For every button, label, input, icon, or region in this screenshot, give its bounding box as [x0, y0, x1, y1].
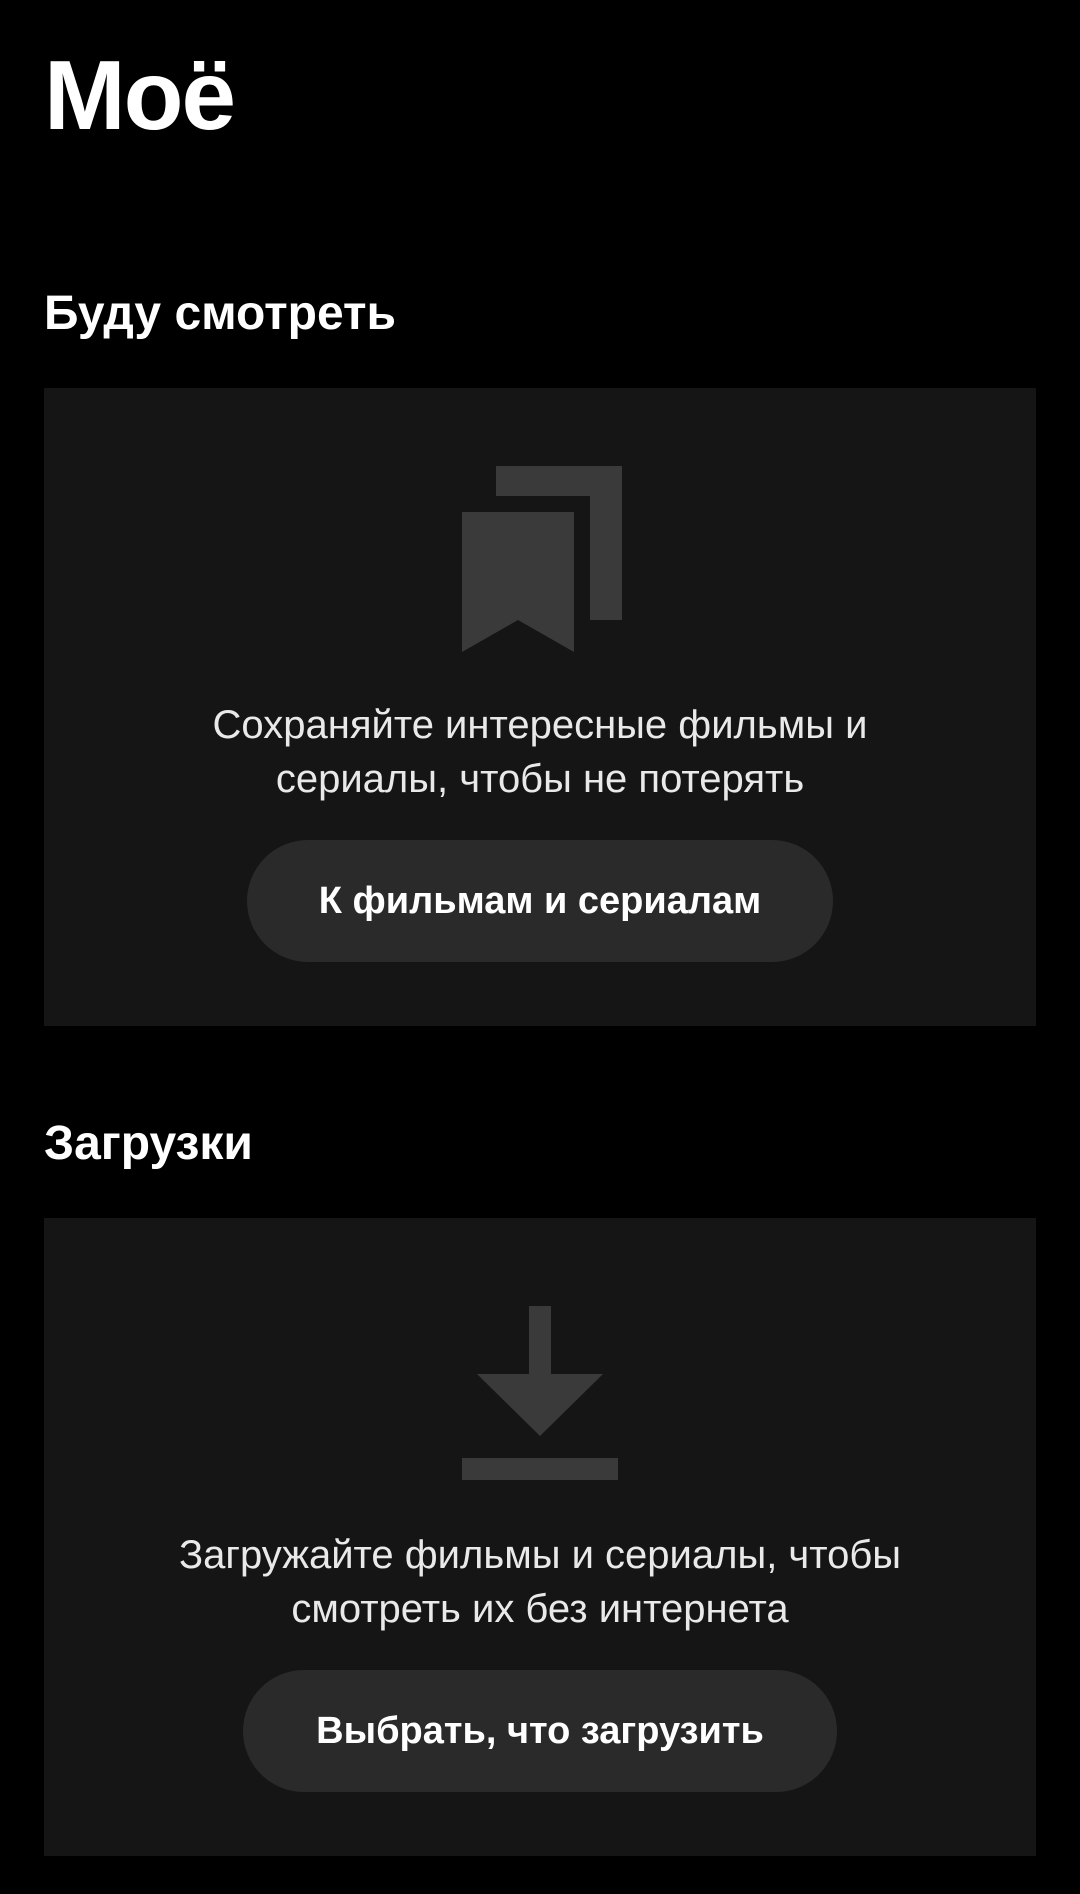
watchlist-text-line1: Сохраняйте интересные фильмы и	[212, 703, 868, 747]
watchlist-empty-text: Сохраняйте интересные фильмы и сериалы, …	[44, 698, 1036, 806]
downloads-text-line2: смотреть их без интернета	[291, 1587, 789, 1631]
downloads-empty-card: Загружайте фильмы и сериалы, чтобы смотр…	[44, 1218, 1036, 1856]
watchlist-text-line2: сериалы, чтобы не потерять	[275, 757, 805, 801]
downloads-section-title: Загрузки	[44, 1117, 253, 1170]
watchlist-empty-card: Сохраняйте интересные фильмы и сериалы, …	[44, 388, 1036, 1026]
browse-movies-button[interactable]: К фильмам и сериалам	[247, 840, 833, 962]
page-title: Моё	[44, 40, 236, 150]
downloads-empty-text: Загружайте фильмы и сериалы, чтобы смотр…	[44, 1528, 1036, 1636]
download-icon	[462, 1306, 618, 1480]
choose-downloads-button[interactable]: Выбрать, что загрузить	[243, 1670, 837, 1792]
watchlist-section-title: Буду смотреть	[44, 287, 397, 340]
bookmarks-icon	[462, 466, 622, 652]
downloads-text-line1: Загружайте фильмы и сериалы, чтобы	[178, 1533, 902, 1577]
